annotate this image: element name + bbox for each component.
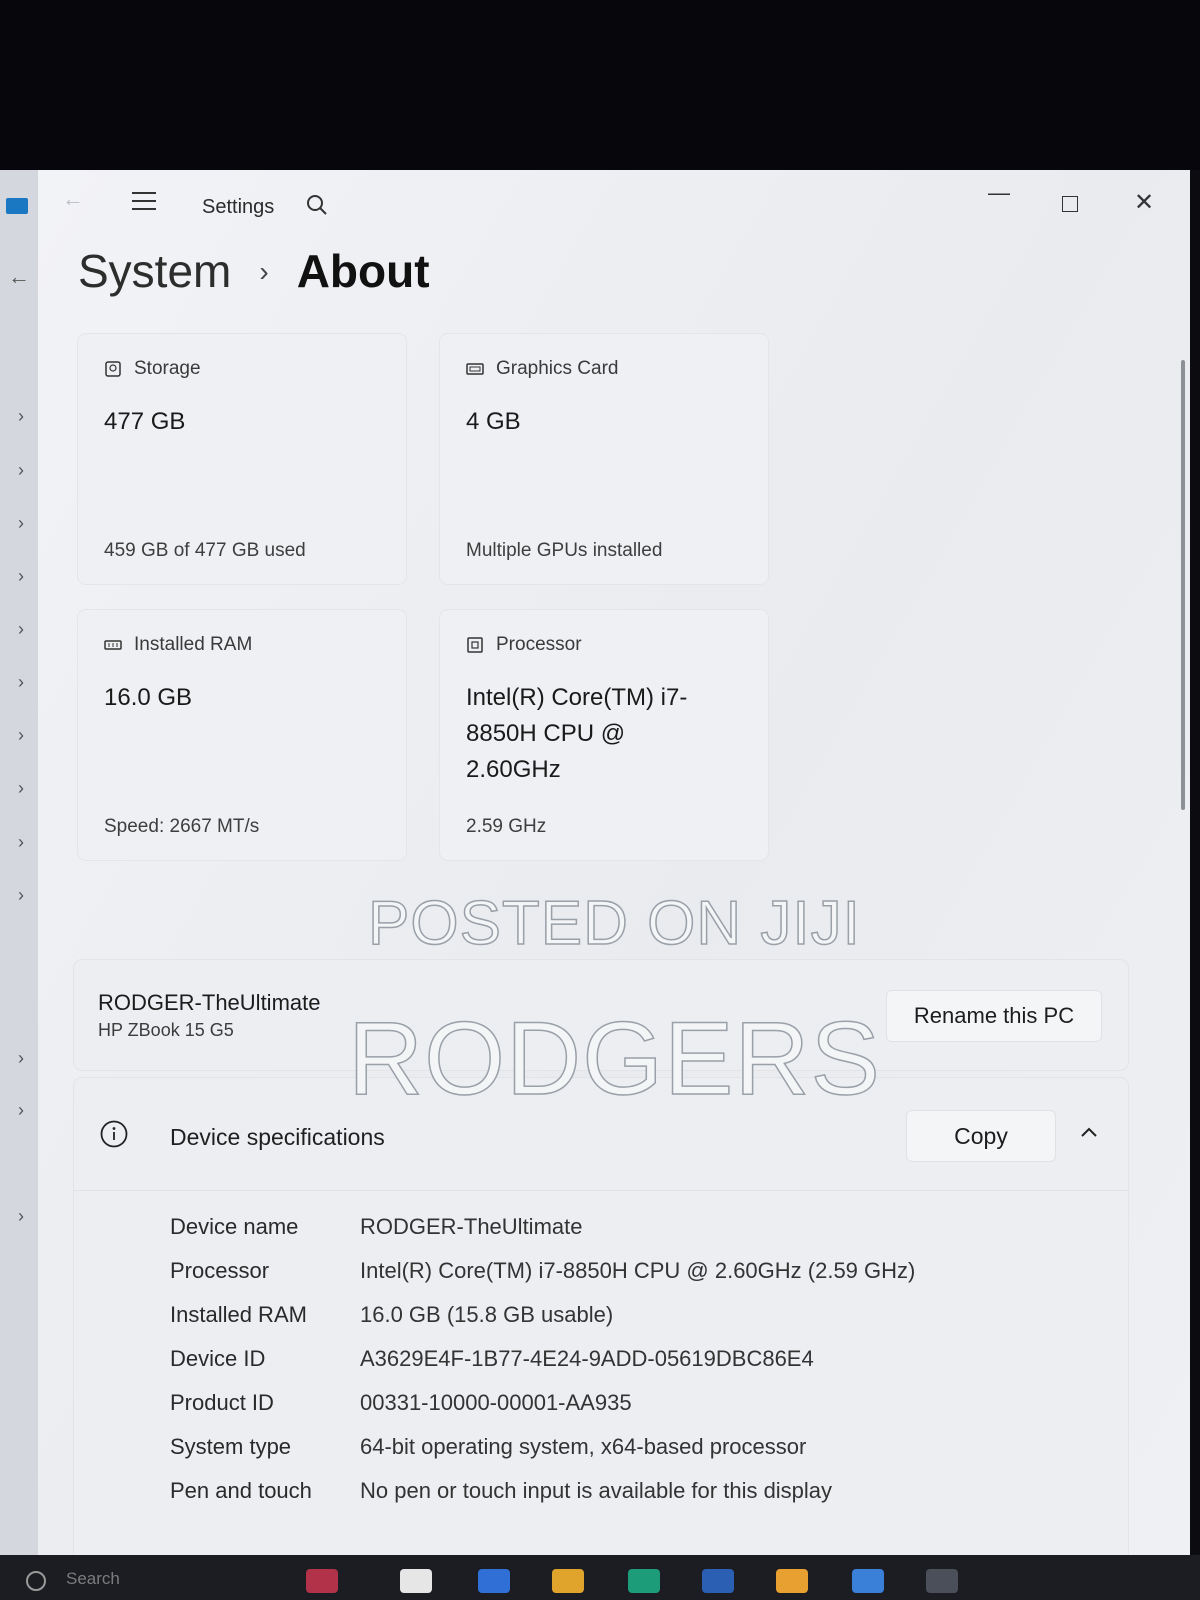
chevron-right-icon[interactable]: › — [18, 725, 24, 746]
settings-window: ← Settings — ✕ System › About Storage 477 … — [38, 170, 1190, 1555]
copy-button[interactable]: Copy — [906, 1110, 1056, 1162]
close-icon[interactable]: ✕ — [1134, 188, 1154, 217]
app-icon[interactable] — [776, 1569, 808, 1593]
folder-icon[interactable] — [552, 1569, 584, 1593]
graphics-card-icon — [466, 363, 484, 375]
chevron-right-icon[interactable]: › — [18, 460, 24, 481]
gear-icon[interactable] — [926, 1569, 958, 1593]
taskbar: Search — [0, 1555, 1200, 1600]
chevron-right-icon[interactable]: › — [18, 778, 24, 799]
scrollbar[interactable] — [1181, 360, 1185, 810]
spec-value: 64-bit operating system, x64-based proce… — [360, 1434, 807, 1459]
processor-card[interactable]: Processor Intel(R) Core(TM) i7-8850H CPU… — [440, 610, 768, 860]
breadcrumb-separator: › — [259, 256, 269, 287]
chevron-right-icon[interactable]: › — [18, 1100, 24, 1121]
spec-label: System type — [170, 1434, 292, 1459]
spec-value: RODGER-TheUltimate — [360, 1214, 583, 1239]
graphics-card[interactable]: Graphics Card 4 GB Multiple GPUs install… — [440, 334, 768, 584]
processor-speed: 2.59 GHz — [466, 816, 547, 837]
chevron-right-icon[interactable]: › — [18, 885, 24, 906]
hamburger-menu-icon[interactable] — [132, 192, 156, 210]
spec-value: 16.0 GB (15.8 GB usable) — [360, 1302, 614, 1327]
spec-value: 00331-10000-00001-AA935 — [360, 1390, 632, 1415]
page-title: About — [296, 245, 430, 297]
graphics-value: 4 GB — [466, 408, 521, 435]
spec-label: Installed RAM — [170, 1302, 307, 1327]
storage-usage: 459 GB of 477 GB used — [104, 540, 306, 561]
chevron-right-icon[interactable]: › — [18, 406, 24, 427]
spec-value: No pen or touch input is available for t… — [360, 1478, 833, 1503]
chevron-right-icon[interactable]: › — [18, 619, 24, 640]
spec-label: Pen and touch — [170, 1478, 312, 1503]
ram-card[interactable]: Installed RAM 16.0 GB Speed: 2667 MT/s — [78, 610, 406, 860]
title-bar: ← Settings — ✕ — [38, 170, 1190, 230]
chevron-right-icon[interactable]: › — [18, 1206, 24, 1227]
ram-value: 16.0 GB — [104, 684, 193, 711]
app-icon[interactable] — [478, 1569, 510, 1593]
spec-row-device-name: Device name RODGER-TheUltimate — [170, 1214, 582, 1254]
search-icon[interactable] — [306, 194, 328, 216]
app-icon[interactable] — [702, 1569, 734, 1593]
spec-row-pen-and-touch: Pen and touch No pen or touch input is a… — [170, 1478, 832, 1518]
spec-row-device-id: Device ID A3629E4F-1B77-4E24-9ADD-05619D… — [170, 1346, 814, 1386]
app-icon[interactable] — [852, 1569, 884, 1593]
back-arrow-icon[interactable]: ← — [62, 186, 84, 212]
pc-name-card: RODGER-TheUltimate HP ZBook 15 G5 Rename… — [74, 960, 1128, 1070]
maximize-icon[interactable] — [1062, 196, 1078, 212]
chevron-right-icon[interactable]: › — [18, 832, 24, 853]
spec-value: A3629E4F-1B77-4E24-9ADD-05619DBC86E4 — [360, 1346, 814, 1371]
search-icon[interactable] — [26, 1571, 46, 1591]
storage-icon — [105, 361, 121, 377]
spec-row-product-id: Product ID 00331-10000-00001-AA935 — [170, 1390, 632, 1430]
info-icon — [100, 1120, 128, 1148]
spec-row-installed-ram: Installed RAM 16.0 GB (15.8 GB usable) — [170, 1302, 613, 1342]
minimize-icon[interactable]: — — [988, 180, 1010, 206]
chevron-right-icon[interactable]: › — [18, 672, 24, 693]
screen-bezel — [0, 0, 1200, 170]
chevron-right-icon[interactable]: › — [18, 513, 24, 534]
chevron-right-icon[interactable]: › — [18, 1048, 24, 1069]
spec-label: Processor — [170, 1258, 270, 1283]
chevron-up-icon[interactable] — [1078, 1122, 1100, 1144]
storage-value: 477 GB — [104, 408, 186, 435]
taskbar-search[interactable]: Search — [66, 1569, 120, 1589]
app-icon[interactable] — [306, 1569, 338, 1593]
background-window-strip: ← › › › › › › › › › › › › › — [0, 170, 39, 1555]
app-icon[interactable] — [400, 1569, 432, 1593]
rename-pc-button[interactable]: Rename this PC — [886, 990, 1102, 1042]
app-icon[interactable] — [6, 198, 28, 214]
ram-label: Installed RAM — [134, 634, 253, 655]
graphics-label: Graphics Card — [496, 358, 619, 379]
ram-speed: Speed: 2667 MT/s — [104, 816, 260, 837]
storage-card[interactable]: Storage 477 GB 459 GB of 477 GB used — [78, 334, 406, 584]
breadcrumb-parent[interactable]: System — [78, 245, 231, 297]
breadcrumb: System › About — [78, 244, 430, 298]
back-arrow-icon[interactable]: ← — [8, 264, 30, 290]
spec-value: Intel(R) Core(TM) i7-8850H CPU @ 2.60GHz… — [360, 1258, 916, 1283]
chevron-right-icon[interactable]: › — [18, 566, 24, 587]
spec-label: Device ID — [170, 1346, 266, 1371]
pc-name: RODGER-TheUltimate — [98, 990, 321, 1015]
device-specifications-panel: Device specifications Copy Device name R… — [74, 1078, 1128, 1555]
storage-label: Storage — [134, 358, 201, 379]
spec-row-system-type: System type 64-bit operating system, x64… — [170, 1434, 806, 1474]
device-specifications-header[interactable]: Device specifications Copy — [74, 1078, 1128, 1191]
spec-label: Product ID — [170, 1390, 274, 1415]
ram-icon — [104, 640, 122, 650]
processor-value: Intel(R) Core(TM) i7-8850H CPU @ 2.60GHz — [466, 684, 688, 783]
processor-icon — [467, 637, 483, 653]
graphics-note: Multiple GPUs installed — [466, 540, 663, 561]
spec-row-processor: Processor Intel(R) Core(TM) i7-8850H CPU… — [170, 1258, 915, 1298]
device-specifications-title: Device specifications — [170, 1124, 385, 1150]
pc-model: HP ZBook 15 G5 — [98, 1020, 234, 1040]
window-title: Settings — [202, 196, 275, 218]
processor-label: Processor — [496, 634, 582, 655]
app-icon[interactable] — [628, 1569, 660, 1593]
spec-label: Device name — [170, 1214, 299, 1239]
